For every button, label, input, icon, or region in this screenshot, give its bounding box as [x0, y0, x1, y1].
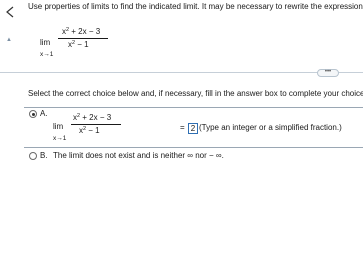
denominator: x2 − 1	[68, 40, 89, 49]
expand-handle-icon[interactable]: ▲	[6, 37, 12, 43]
lim-label: lim	[40, 38, 51, 47]
question-prompt: Use properties of limits to find the ind…	[28, 2, 363, 11]
lim-subscript: x→1	[40, 51, 54, 58]
answer-input[interactable]: 2	[188, 123, 198, 134]
instruction-text: Select the correct choice below and, if …	[28, 89, 363, 98]
option-b-letter: B.	[40, 151, 48, 160]
lim-label: lim	[53, 122, 64, 131]
divider-line	[0, 72, 363, 73]
more-button[interactable]: •••	[317, 69, 339, 77]
section-divider: •••	[0, 69, 363, 77]
lim-subscript: x→1	[53, 135, 67, 142]
back-arrow-icon[interactable]	[4, 6, 16, 18]
numerator: x2 + 2x − 3	[73, 113, 112, 122]
option-a-radio[interactable]	[29, 110, 37, 118]
answer-hint: (Type an integer or a simplified fractio…	[199, 123, 342, 132]
denominator: x2 − 1	[79, 126, 100, 135]
option-a-letter: A.	[40, 109, 48, 118]
equals-sign: =	[180, 123, 185, 132]
fraction-bar	[58, 38, 108, 39]
option-b-text: The limit does not exist and is neither …	[53, 151, 224, 160]
numerator: x2 + 2x − 3	[62, 27, 101, 36]
fraction-bar	[71, 124, 121, 125]
option-b-radio[interactable]	[29, 152, 37, 160]
